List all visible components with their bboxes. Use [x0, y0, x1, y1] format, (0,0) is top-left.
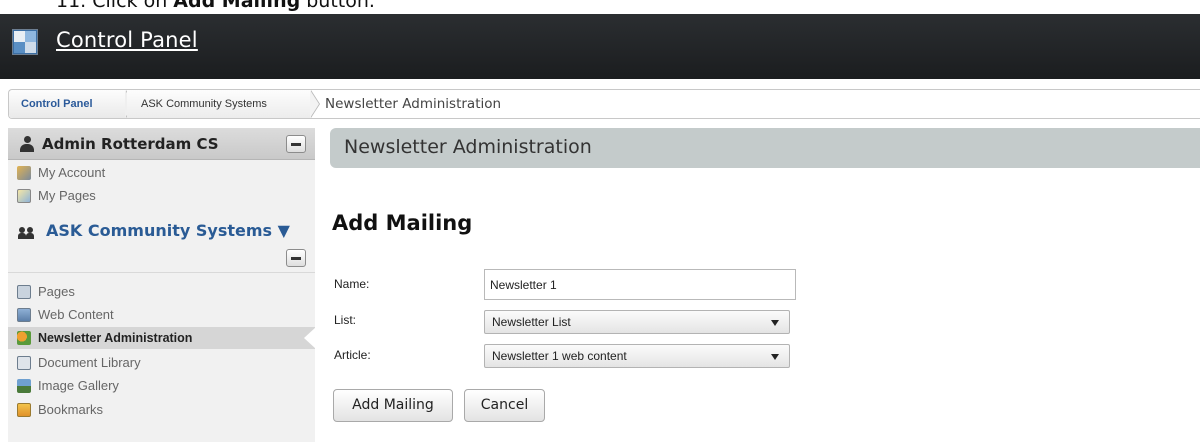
- web-content-icon: [17, 308, 31, 322]
- instruction-bold: Add Mailing: [173, 0, 301, 12]
- account-icon: [17, 166, 31, 180]
- user-panel-title: Admin Rotterdam CS: [42, 135, 219, 153]
- breadcrumb-current: Newsletter Administration: [325, 96, 502, 112]
- collapse-user-panel-button[interactable]: [286, 135, 306, 153]
- sidebar-item-label: Web Content: [38, 307, 114, 322]
- sidebar-item-label: Newsletter Administration: [38, 331, 193, 345]
- breadcrumb-item-control-panel[interactable]: Control Panel: [9, 90, 127, 118]
- list-label: List:: [334, 313, 357, 327]
- cancel-button[interactable]: Cancel: [464, 389, 545, 422]
- instruction-prefix: 11. Click on: [56, 0, 174, 12]
- sidebar: Admin Rotterdam CS My Account My Pages A…: [8, 128, 316, 442]
- list-select[interactable]: Newsletter List: [484, 310, 790, 334]
- sidebar-item-label: Pages: [38, 284, 75, 299]
- sidebar-item-web-content[interactable]: Web Content: [8, 304, 315, 326]
- sidebar-item-label: My Pages: [38, 188, 96, 203]
- sidebar-item-label: Image Gallery: [38, 378, 119, 393]
- article-label: Article:: [334, 348, 371, 362]
- sidebar-item-document-library[interactable]: Document Library: [8, 352, 315, 374]
- sidebar-item-label: Document Library: [38, 355, 141, 370]
- name-input[interactable]: [484, 269, 796, 300]
- portlet-title: Newsletter Administration: [344, 136, 592, 158]
- sidebar-item-pages[interactable]: Pages: [8, 281, 315, 303]
- form-title: Add Mailing: [332, 211, 473, 235]
- breadcrumb-separator-fill: [310, 90, 319, 118]
- chevron-down-icon: [771, 320, 779, 326]
- user-panel-header[interactable]: Admin Rotterdam CS: [8, 128, 315, 160]
- control-panel-link[interactable]: Control Panel: [56, 28, 198, 52]
- sidebar-item-bookmarks[interactable]: Bookmarks: [8, 399, 315, 421]
- bookmarks-icon: [17, 403, 31, 417]
- control-panel-logo-icon: [12, 29, 38, 55]
- site-panel-header[interactable]: ASK Community Systems ▼: [8, 218, 315, 246]
- breadcrumb: Control Panel ASK Community Systems News…: [8, 89, 1200, 119]
- add-mailing-button[interactable]: Add Mailing: [333, 389, 453, 422]
- my-pages-icon: [17, 189, 31, 203]
- collapse-site-panel-button[interactable]: [286, 249, 306, 267]
- active-indicator: [304, 327, 316, 349]
- list-select-value: Newsletter List: [492, 315, 571, 329]
- document-library-icon: [17, 356, 31, 370]
- sidebar-item-my-account[interactable]: My Account: [8, 162, 315, 184]
- article-select-value: Newsletter 1 web content: [492, 349, 627, 363]
- sidebar-item-my-pages[interactable]: My Pages: [8, 185, 315, 207]
- divider: [8, 272, 315, 273]
- image-gallery-icon: [17, 379, 31, 393]
- breadcrumb-item-ask-community-systems[interactable]: ASK Community Systems: [127, 90, 311, 118]
- chevron-down-icon: [771, 354, 779, 360]
- instruction-text: 11. Click on Add Mailing button.: [0, 0, 1200, 14]
- sidebar-item-label: Bookmarks: [38, 402, 104, 417]
- dockbar: Control Panel: [0, 14, 1200, 79]
- name-label: Name:: [334, 277, 370, 291]
- group-icon: [18, 227, 36, 239]
- pages-icon: [17, 285, 31, 299]
- portlet-header: Newsletter Administration: [330, 128, 1200, 168]
- user-icon: [20, 136, 34, 152]
- sidebar-item-newsletter-administration[interactable]: Newsletter Administration: [8, 327, 316, 349]
- sidebar-item-label: My Account: [38, 165, 106, 180]
- instruction-suffix: button.: [300, 0, 375, 12]
- article-select[interactable]: Newsletter 1 web content: [484, 344, 790, 368]
- site-panel-title[interactable]: ASK Community Systems ▼: [46, 221, 290, 240]
- newsletter-icon: [17, 331, 31, 345]
- sidebar-item-image-gallery[interactable]: Image Gallery: [8, 375, 315, 397]
